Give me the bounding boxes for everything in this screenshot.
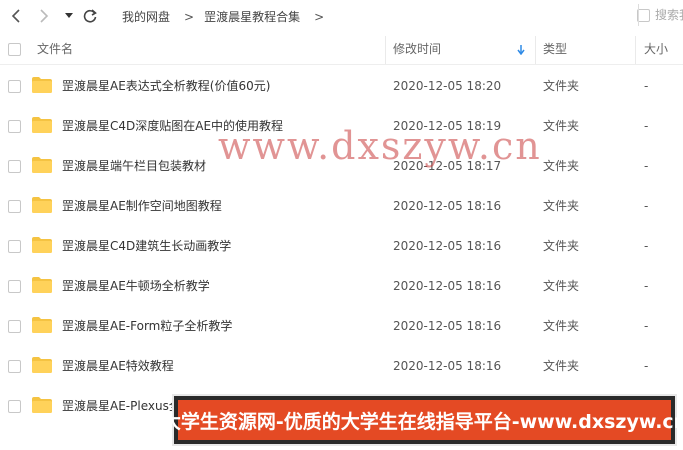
file-row[interactable]: 罡渡晨星C4D建筑生长动画教学 2020-12-05 18:16 文件夹 - [0,226,683,266]
file-type: 文件夹 [543,159,580,173]
sort-desc-icon[interactable] [517,34,525,64]
file-size: - [644,359,649,373]
column-name[interactable]: 文件名 [37,34,73,64]
promo-banner-text: 大学生资源网-优质的大学生在线指导平台-www.dxszyw.cn [161,410,683,433]
file-size: - [644,119,649,133]
file-name[interactable]: 罡渡晨星AE特效教程 [62,346,174,386]
column-divider [385,36,386,64]
file-type: 文件夹 [543,79,580,93]
row-checkbox[interactable] [8,240,21,253]
row-checkbox[interactable] [8,200,21,213]
column-modified[interactable]: 修改时间 [393,34,441,64]
file-row[interactable]: 罡渡晨星AE牛顿场全析教学 2020-12-05 18:16 文件夹 - [0,266,683,306]
file-modified: 2020-12-05 18:16 [393,319,502,333]
folder-icon [32,197,52,213]
file-modified: 2020-12-05 18:16 [393,199,502,213]
file-type: 文件夹 [543,319,580,333]
file-modified: 2020-12-05 18:20 [393,79,502,93]
row-checkbox[interactable] [8,120,21,133]
file-row[interactable]: 罡渡晨星AE特效教程 2020-12-05 18:16 文件夹 - [0,346,683,386]
column-divider [535,36,536,64]
column-header: 文件名 修改时间 类型 大小 [0,34,683,65]
folder-icon [32,317,52,333]
row-checkbox[interactable] [8,280,21,293]
search-input[interactable]: 搜索我 [638,4,683,26]
file-name[interactable]: 罡渡晨星AE牛顿场全析教学 [62,266,210,306]
history-dropdown-icon[interactable] [63,6,75,26]
file-type: 文件夹 [543,359,580,373]
file-type: 文件夹 [543,199,580,213]
file-size: - [644,199,649,213]
folder-icon [32,237,52,253]
file-size: - [644,279,649,293]
file-name[interactable]: 罡渡晨星AE制作空间地图教程 [62,186,222,226]
row-checkbox[interactable] [8,360,21,373]
file-type: 文件夹 [543,119,580,133]
file-name[interactable]: 罡渡晨星C4D建筑生长动画教学 [62,226,231,266]
forward-icon[interactable] [36,6,52,26]
file-name[interactable]: 罡渡晨星AE表达式全析教程(价值60元) [62,66,270,106]
toolbar: 我的网盘 > 罡渡晨星教程合集 > 搜索我 [0,0,683,32]
column-divider [635,36,636,64]
file-modified: 2020-12-05 18:16 [393,279,502,293]
folder-icon [32,117,52,133]
breadcrumb-separator: > [314,9,325,24]
column-size[interactable]: 大小 [644,34,668,64]
file-type: 文件夹 [543,239,580,253]
breadcrumb-separator: > [184,9,195,24]
row-checkbox[interactable] [8,320,21,333]
row-checkbox[interactable] [8,160,21,173]
file-row[interactable]: 罡渡晨星AE表达式全析教程(价值60元) 2020-12-05 18:20 文件… [0,66,683,106]
file-size: - [644,239,649,253]
row-checkbox[interactable] [8,80,21,93]
file-size: - [644,159,649,173]
file-modified: 2020-12-05 18:16 [393,239,502,253]
column-type[interactable]: 类型 [543,34,567,64]
file-name[interactable]: 罡渡晨星AE-Form粒子全析教学 [62,306,232,346]
file-type: 文件夹 [543,279,580,293]
select-all-checkbox[interactable] [8,43,21,56]
folder-icon [32,77,52,93]
promo-banner-inner: 大学生资源网-优质的大学生在线指导平台-www.dxszyw.cn [162,400,683,440]
back-icon[interactable] [8,6,24,26]
watermark: www.dxszyw.cn [218,124,542,168]
row-checkbox[interactable] [8,400,21,413]
breadcrumb: 我的网盘 > 罡渡晨星教程合集 > [122,8,334,25]
file-size: - [644,319,649,333]
refresh-icon[interactable] [81,6,99,26]
folder-icon [32,277,52,293]
folder-icon [32,397,52,413]
breadcrumb-current-folder[interactable]: 罡渡晨星教程合集 [204,8,300,25]
folder-icon [32,357,52,373]
file-row[interactable]: 罡渡晨星AE-Form粒子全析教学 2020-12-05 18:16 文件夹 - [0,306,683,346]
promo-banner: 大学生资源网-优质的大学生在线指导平台-www.dxszyw.cn [162,394,683,446]
file-name[interactable]: 罡渡晨星端午栏目包装教材 [62,146,206,186]
folder-icon [32,157,52,173]
file-size: - [644,79,649,93]
file-row[interactable]: 罡渡晨星AE制作空间地图教程 2020-12-05 18:16 文件夹 - [0,186,683,226]
breadcrumb-home[interactable]: 我的网盘 [122,8,170,25]
file-modified: 2020-12-05 18:16 [393,359,502,373]
